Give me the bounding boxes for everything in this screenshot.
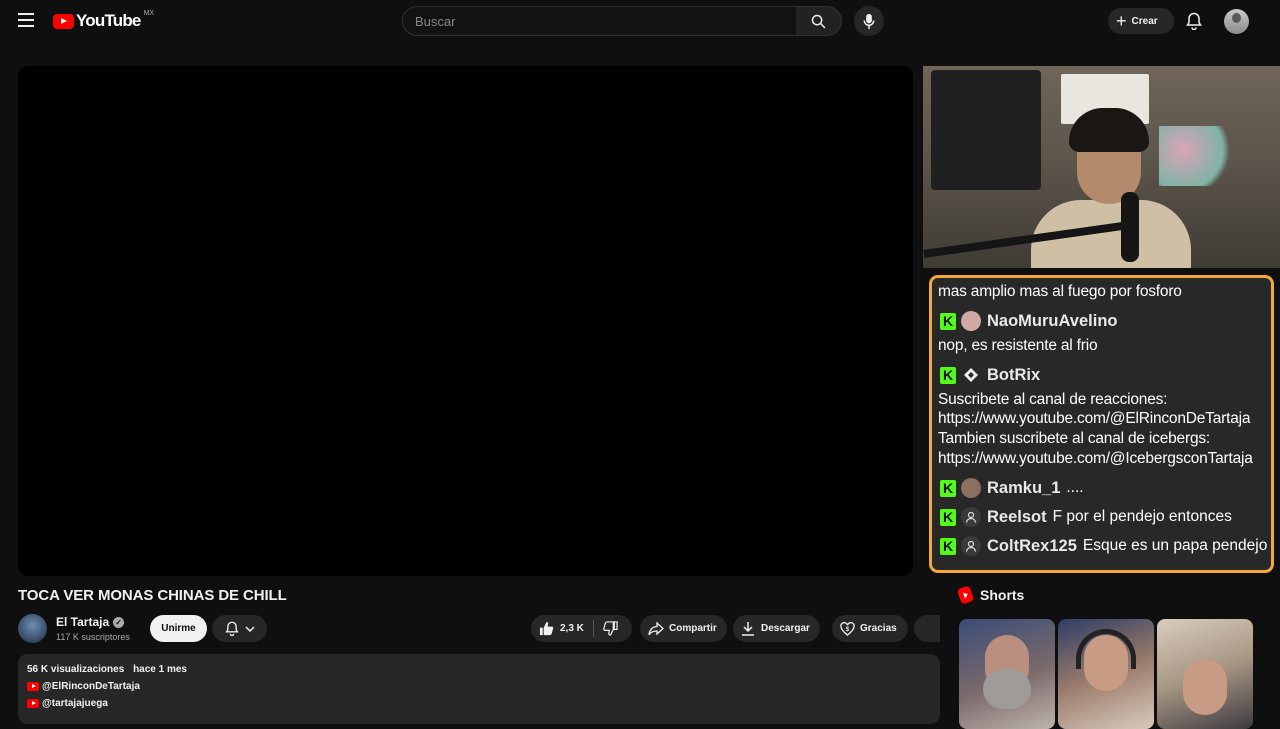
youtube-small-icon	[27, 682, 39, 691]
kick-badge-icon: K	[940, 366, 956, 384]
plus-icon: +	[1116, 11, 1127, 31]
streamer	[1031, 108, 1191, 268]
chevron-down-icon	[244, 625, 255, 632]
chat-message: nop, es resistente al frio	[938, 336, 1098, 354]
shorts-title: Shorts	[980, 587, 1025, 603]
chat-user-row: K NaoMuruAvelino	[938, 307, 1271, 336]
channel-avatar[interactable]	[18, 614, 47, 643]
share-label: Compartir	[669, 623, 717, 634]
kick-badge-icon: K	[940, 312, 956, 330]
chat-message: Esque es un papa pendejo	[1082, 537, 1268, 555]
user-avatar-icon	[961, 311, 981, 332]
create-label: Crear	[1131, 15, 1158, 27]
user-avatar-icon	[961, 478, 981, 499]
chat-user-row: K BotRix	[938, 361, 1271, 390]
more-actions-button[interactable]	[914, 615, 940, 642]
account-avatar[interactable]	[1224, 9, 1249, 34]
video-player[interactable]	[18, 66, 913, 576]
download-icon	[742, 622, 754, 636]
short-thumbnail[interactable]	[1058, 619, 1154, 729]
video-title: TOCA VER MONAS CHINAS DE CHILL	[18, 587, 287, 604]
chat-user-row: K Reelsot F por el pendejo entonces	[938, 503, 1271, 532]
search-icon	[811, 14, 826, 28]
channel-link-text[interactable]: @tartajajuega	[42, 698, 108, 709]
bell-icon	[224, 621, 239, 636]
upload-date: hace 1 mes	[133, 664, 187, 675]
kick-badge-icon: K	[940, 479, 956, 497]
chat-user-row: K ColtRex125 Esque es un papa pendejo	[938, 532, 1271, 561]
chat-username: Ramku_1	[987, 478, 1061, 497]
join-button[interactable]: Unirme	[150, 615, 207, 642]
chat-username: BotRix	[987, 365, 1041, 384]
bot-diamond-icon	[961, 365, 981, 385]
search-box	[402, 6, 798, 36]
share-arrow-icon	[648, 621, 664, 635]
shorts-header: Shorts	[956, 585, 1025, 605]
verified-check-icon: ✓	[113, 616, 125, 628]
thanks-button[interactable]: $ Gracias	[832, 615, 908, 642]
divider	[592, 620, 594, 637]
default-user-icon	[961, 536, 981, 557]
short-thumbnail[interactable]	[959, 619, 1055, 729]
kick-badge-icon: K	[940, 508, 956, 526]
view-count: 56 K visualizaciones	[27, 664, 125, 675]
download-button[interactable]: Descargar	[733, 615, 820, 642]
youtube-small-icon	[27, 699, 39, 708]
chat-message: https://www.youtube.com/@ElRinconDeTarta…	[938, 410, 1251, 428]
download-label: Descargar	[761, 623, 810, 634]
chat-message: https://www.youtube.com/@IcebergsconTart…	[938, 449, 1253, 467]
chat-username: Reelsot	[987, 507, 1047, 526]
share-button[interactable]: Compartir	[640, 615, 727, 642]
search-input[interactable]	[403, 7, 797, 35]
default-user-icon	[961, 507, 981, 528]
chat-message: Suscribete al canal de reacciones:	[938, 390, 1168, 408]
chat-message: ....	[1066, 479, 1084, 497]
thumbs-down-icon[interactable]	[603, 621, 618, 636]
chat-username: ColtRex125	[987, 536, 1077, 555]
shorts-icon	[956, 585, 975, 605]
country-code: MX	[143, 9, 155, 17]
video-meta: 56 K visualizaciones hace 1 mes	[27, 664, 931, 675]
chat-message: mas amplio mas al fuego por fosforo	[938, 283, 1182, 300]
short-thumbnail[interactable]	[1157, 619, 1253, 729]
masthead: YouTube MX + Crear	[0, 0, 1280, 42]
subscription-notifications-button[interactable]	[212, 615, 267, 642]
chat-username: NaoMuruAvelino	[987, 311, 1118, 330]
like-count[interactable]: 2,3 K	[560, 623, 584, 634]
bell-icon	[1186, 12, 1202, 30]
channel-name[interactable]: El Tartaja	[56, 615, 109, 629]
channel-link-text[interactable]: @ElRinconDeTartaja	[42, 681, 140, 692]
channel-name-row[interactable]: El Tartaja ✓	[56, 615, 125, 629]
streamer-webcam	[923, 66, 1280, 268]
channel-link[interactable]: @ElRinconDeTartaja	[27, 681, 931, 692]
chat-message: F por el pendejo entonces	[1052, 508, 1232, 526]
stream-chat-overlay: mas amplio mas al fuego por fosforo K Na…	[929, 275, 1274, 573]
search-button[interactable]	[796, 6, 842, 36]
subscriber-count: 117 K suscriptores	[56, 632, 130, 642]
heart-dollar-icon: $	[840, 621, 855, 636]
logo-text: YouTube	[76, 11, 141, 30]
description-box[interactable]: 56 K visualizaciones hace 1 mes @ElRinco…	[18, 654, 940, 724]
youtube-play-icon	[53, 13, 74, 29]
chat-user-row: K Ramku_1 ....	[938, 474, 1271, 503]
thanks-label: Gracias	[860, 623, 897, 634]
svg-text:$: $	[846, 626, 850, 632]
create-button[interactable]: + Crear	[1108, 8, 1174, 34]
channel-link[interactable]: @tartajajuega	[27, 698, 931, 709]
microphone-icon	[863, 13, 875, 29]
thumbs-up-icon[interactable]	[539, 621, 554, 636]
like-dislike-group: 2,3 K	[531, 615, 632, 642]
youtube-logo[interactable]: YouTube MX	[53, 9, 155, 30]
voice-search-button[interactable]	[854, 6, 884, 36]
chat-message: Tambien suscribete al canal de icebergs:	[938, 430, 1211, 448]
notifications-button[interactable]	[1183, 9, 1205, 33]
microphone-stand	[1121, 192, 1139, 262]
menu-icon[interactable]	[18, 13, 34, 27]
kick-badge-icon: K	[940, 537, 956, 555]
